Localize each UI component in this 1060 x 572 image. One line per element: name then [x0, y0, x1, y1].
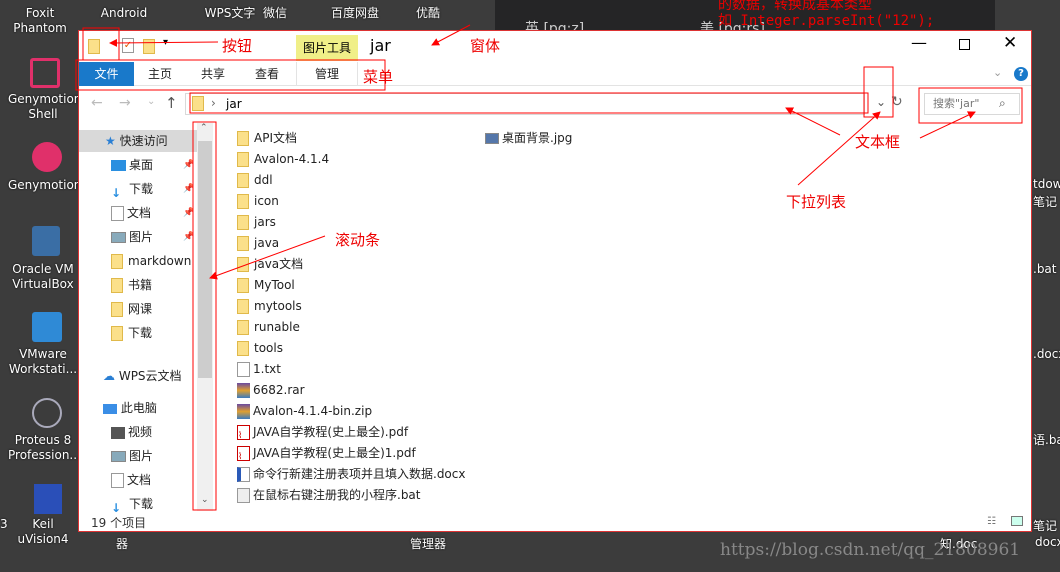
arrow-window — [431, 24, 471, 46]
arrow-scrollbar — [209, 235, 326, 280]
annotation-box-textbox — [189, 92, 869, 114]
annotation-window: 窗体 — [470, 37, 501, 55]
annotation-textbox: 文本框 — [855, 133, 901, 151]
annotation-menu: 菜单 — [363, 68, 394, 86]
annotation-scrollbar: 滚动条 — [335, 231, 381, 249]
annotation-box-search — [918, 87, 1023, 124]
arrow-search — [919, 111, 976, 139]
annotation-overlay — [75, 24, 1023, 511]
arrow-button — [109, 38, 219, 47]
annotation-box-button — [82, 27, 120, 61]
annotation-box-scrollbar — [192, 121, 217, 511]
annotation-box-menu — [75, 59, 386, 91]
annotation-button: 按钮 — [222, 37, 253, 55]
annotation-dropdown: 下拉列表 — [786, 193, 847, 211]
arrow-textbox — [785, 107, 841, 136]
